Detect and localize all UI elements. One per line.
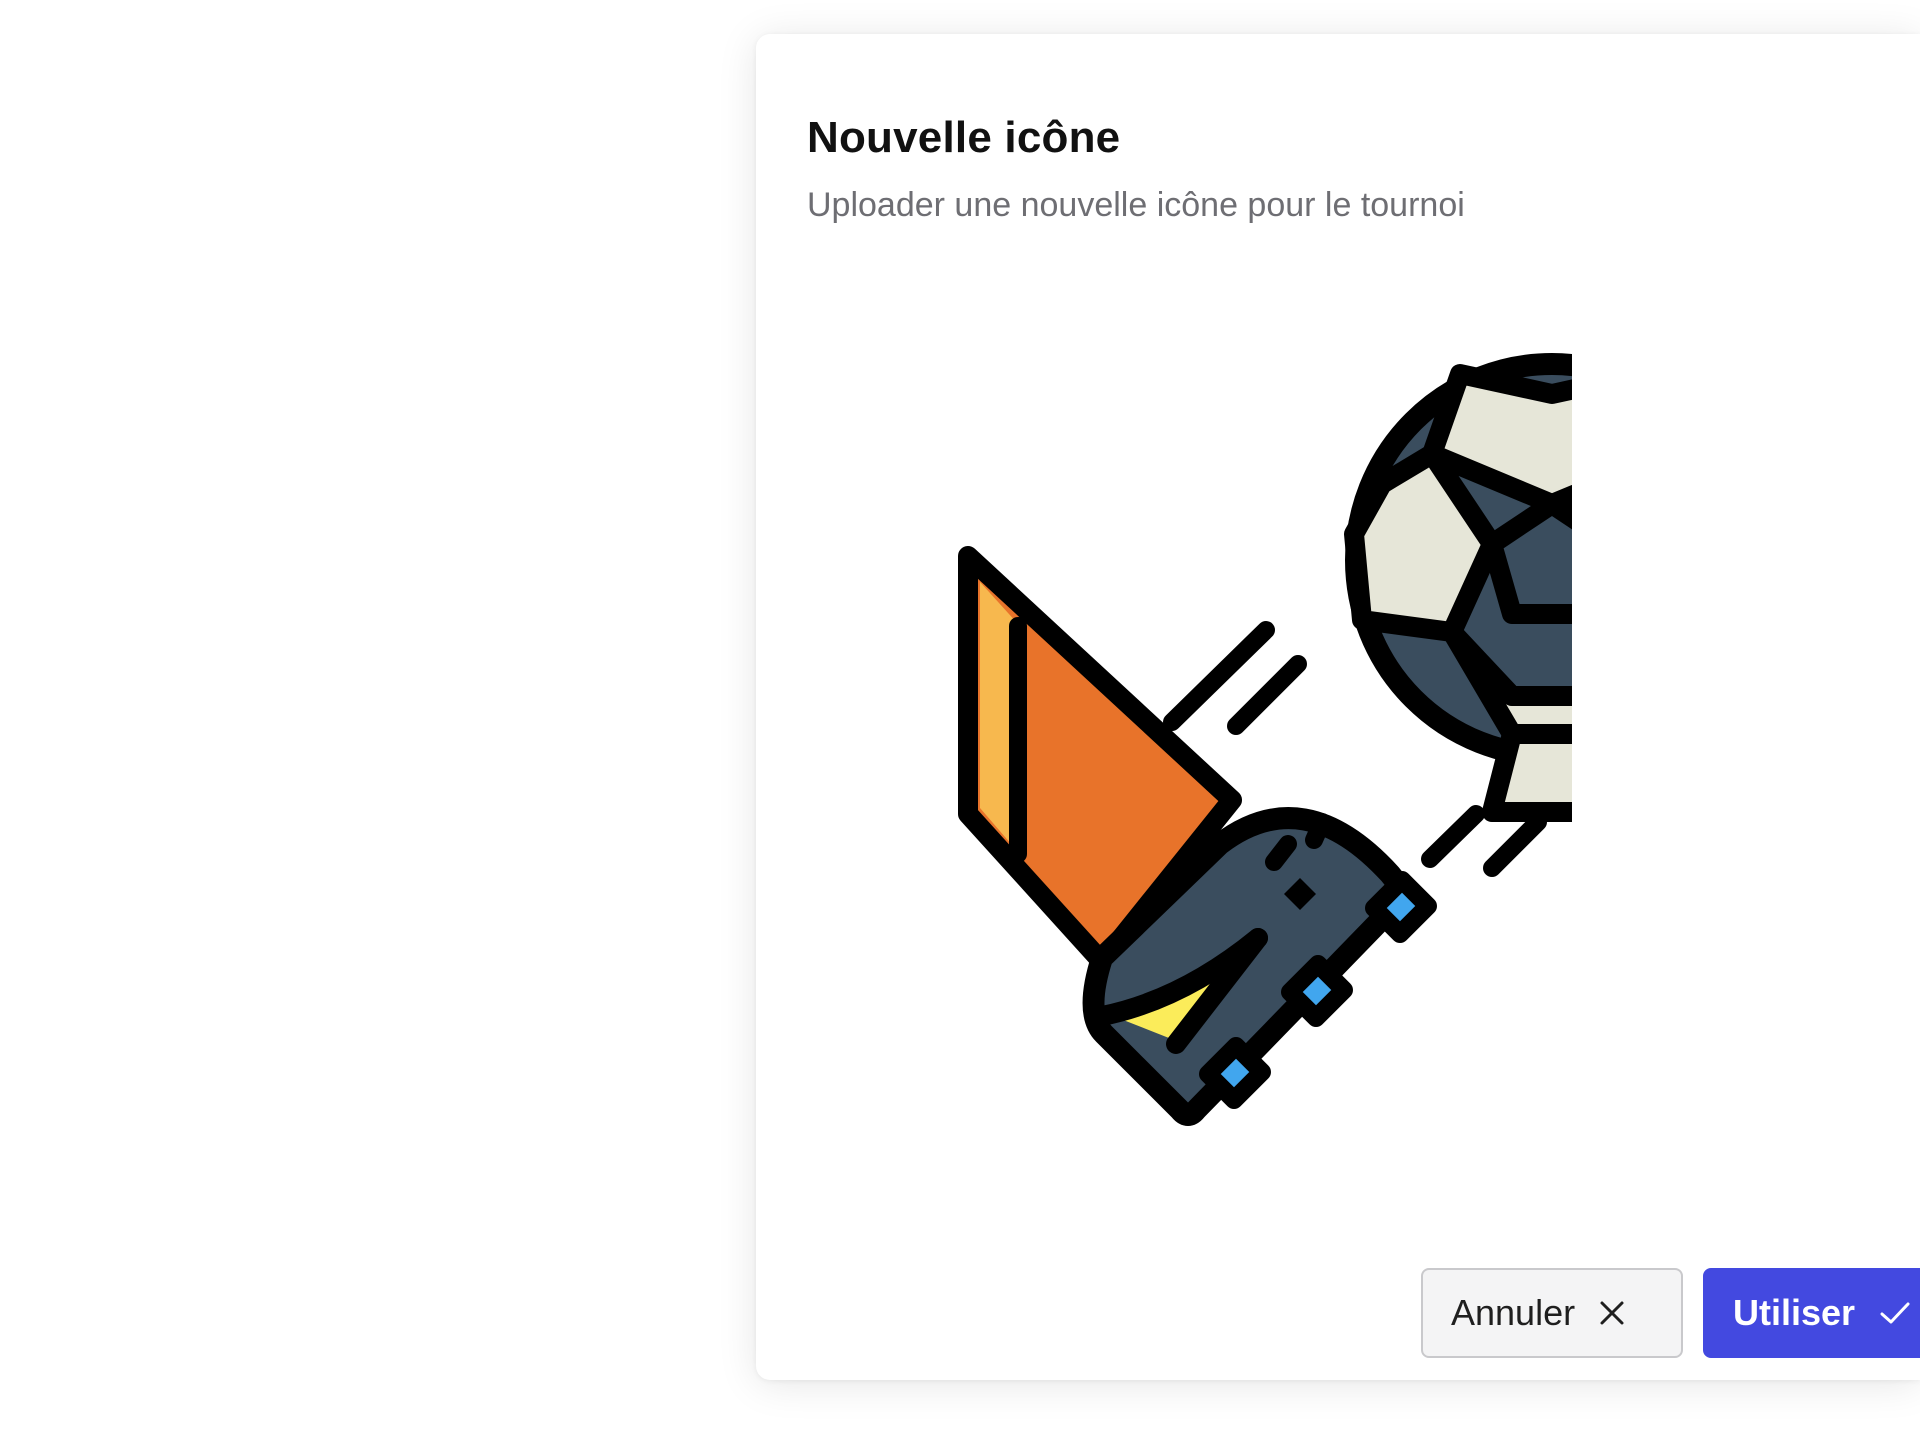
dialog-actions: Annuler Utiliser [1421,1268,1920,1358]
close-icon [1599,1300,1625,1326]
cancel-button[interactable]: Annuler [1421,1268,1683,1358]
use-button-label: Utiliser [1733,1292,1856,1333]
cancel-button-label: Annuler [1451,1292,1576,1333]
dialog-title: Nouvelle icône [807,113,1121,162]
new-icon-dialog: Nouvelle icône Uploader une nouvelle icô… [756,34,1920,1380]
dialog-subtitle: Uploader une nouvelle icône pour le tour… [807,186,1465,224]
check-icon [1879,1300,1911,1326]
icon-preview [952,314,1572,1154]
use-button[interactable]: Utiliser [1703,1268,1920,1358]
soccer-kick-icon [958,353,1572,1126]
